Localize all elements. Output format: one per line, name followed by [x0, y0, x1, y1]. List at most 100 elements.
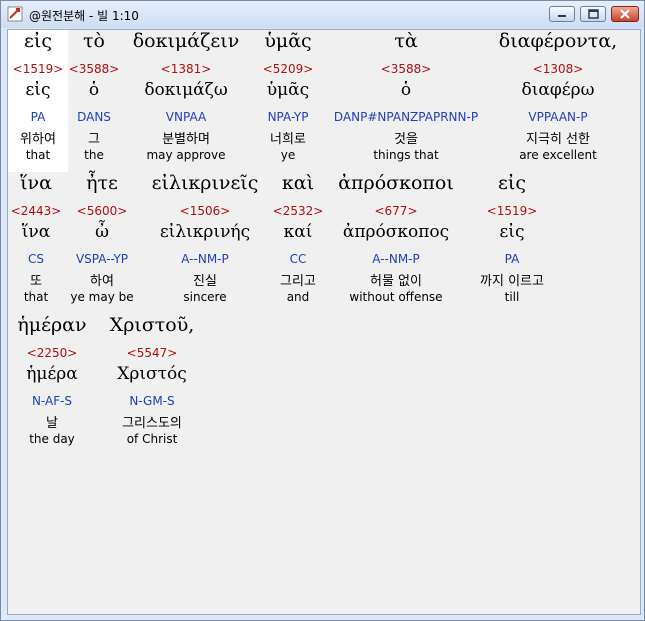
strong-number: <3588>	[380, 62, 432, 76]
morphology-code: CS	[28, 252, 44, 266]
strong-number: <3588>	[68, 62, 120, 76]
korean-gloss: 지극히 선한	[526, 132, 590, 147]
morphology-code: DANS	[77, 110, 111, 124]
korean-gloss: 날	[46, 416, 58, 431]
close-icon	[620, 9, 630, 19]
greek-word: ἀπρόσκοποι	[338, 172, 454, 194]
lemma: ἀπρόσκοπος	[342, 222, 450, 242]
word-column[interactable]: εἰλικρινεῖς <1506> εἰλικρινής A--NM-P 진실…	[138, 172, 272, 314]
strong-number: <2532>	[272, 204, 324, 218]
word-column[interactable]: Χριστοῦ, <5547> Χριστός N-GM-S 그리스도의 of …	[100, 314, 204, 456]
morphology-code: VPPAAN-P	[528, 110, 588, 124]
maximize-icon	[588, 9, 599, 19]
strong-number: <5600>	[76, 204, 128, 218]
morphology-code: PA	[30, 110, 46, 124]
greek-word: εἰλικρινεῖς	[151, 172, 259, 194]
english-gloss: and	[286, 290, 310, 304]
strong-number: <677>	[374, 204, 418, 218]
morphology-code: VSPA--YP	[75, 252, 129, 266]
greek-word: τὰ	[394, 30, 418, 52]
strong-number: <1519>	[486, 204, 538, 218]
morphology-code: A--NM-P	[372, 252, 420, 266]
word-column[interactable]: ὑμᾶς <5209> ὑμᾶς NPA-YP 너희로 ye	[250, 30, 326, 172]
english-gloss: that	[23, 290, 49, 304]
korean-gloss: 분별하며	[162, 132, 210, 147]
greek-word: εἰς	[498, 172, 526, 194]
korean-gloss: 까지 이르고	[480, 274, 544, 289]
greek-word: δοκιμάζειν	[132, 30, 240, 52]
english-gloss: of Christ	[126, 432, 178, 446]
strong-number: <2443>	[10, 204, 62, 218]
strong-number: <5209>	[262, 62, 314, 76]
strong-number: <1308>	[532, 62, 584, 76]
minimize-button[interactable]	[549, 6, 575, 22]
korean-gloss: 그리고	[280, 274, 316, 289]
lemma: καί	[283, 222, 313, 242]
greek-word: ἡμέραν	[17, 314, 87, 336]
lemma: εἰς	[25, 80, 51, 100]
lemma: ὁ	[400, 80, 412, 100]
strong-number: <1506>	[179, 204, 231, 218]
word-column[interactable]: τὰ <3588> ὁ DANP#NPANZPAPRNN-P 것을 things…	[328, 30, 484, 172]
strong-number: <1381>	[160, 62, 212, 76]
greek-word: διαφέροντα,	[498, 30, 618, 52]
minimize-icon	[558, 15, 566, 17]
korean-gloss: 너희로	[270, 132, 306, 147]
window-title: @원전분해 - 빌 1:10	[29, 9, 139, 23]
english-gloss: sincere	[183, 290, 227, 304]
lemma: δοκιμάζω	[144, 80, 228, 100]
korean-gloss: 진실	[193, 274, 217, 289]
morphology-code: PA	[504, 252, 520, 266]
lemma: διαφέρω	[521, 80, 595, 100]
lemma: εἰλικρινής	[159, 222, 251, 242]
greek-word: εἰς	[24, 30, 52, 52]
morphology-code: A--NM-P	[181, 252, 229, 266]
korean-gloss: 허물 없이	[370, 274, 422, 289]
word-column[interactable]: διαφέροντα, <1308> διαφέρω VPPAAN-P 지극히 …	[488, 30, 628, 172]
english-gloss: may approve	[146, 148, 226, 162]
interlinear-view[interactable]: εἰς <1519> εἰς PA 위하여 that τὸ <3588> ὁ D…	[7, 29, 641, 615]
morphology-code: DANP#NPANZPAPRNN-P	[333, 110, 479, 124]
greek-word: ὑμᾶς	[264, 30, 312, 52]
greek-word: ἵνα	[20, 172, 52, 194]
word-column[interactable]: εἰς <1519> εἰς PA 까지 이르고 till	[466, 172, 558, 314]
word-column[interactable]: δοκιμάζειν <1381> δοκιμάζω VNPAA 분별하며 ma…	[123, 30, 249, 172]
lemma: ἵνα	[21, 222, 51, 242]
english-gloss: that	[25, 148, 51, 162]
english-gloss: without offense	[349, 290, 443, 304]
english-gloss: the	[84, 148, 104, 162]
strong-number: <2250>	[26, 346, 78, 360]
word-column[interactable]: ἦτε <5600> ὦ VSPA--YP 하여 ye may be	[64, 172, 140, 314]
lemma: εἰς	[499, 222, 525, 242]
lemma: ἡμέρα	[26, 364, 78, 384]
greek-word: τὸ	[83, 30, 105, 52]
english-gloss: the day	[29, 432, 75, 446]
english-gloss: ye	[280, 148, 296, 162]
morphology-code: NPA-YP	[267, 110, 309, 124]
korean-gloss: 것을	[394, 132, 418, 147]
greek-word: καὶ	[281, 172, 315, 194]
morphology-code: N-AF-S	[31, 394, 73, 408]
close-button[interactable]	[611, 6, 639, 22]
korean-gloss: 하여	[90, 274, 114, 289]
lemma: Χριστός	[117, 364, 187, 384]
korean-gloss: 그리스도의	[122, 416, 182, 431]
greek-word: Χριστοῦ,	[109, 314, 195, 336]
strong-number: <1519>	[12, 62, 64, 76]
morphology-code: N-GM-S	[129, 394, 175, 408]
word-column[interactable]: ἀπρόσκοποι <677> ἀπρόσκοπος A--NM-P 허물 없…	[330, 172, 462, 314]
english-gloss: things that	[373, 148, 439, 162]
word-column[interactable]: εἰς <1519> εἰς PA 위하여 that	[8, 30, 68, 172]
english-gloss: ye may be	[70, 290, 134, 304]
korean-gloss: 또	[30, 274, 42, 289]
maximize-button[interactable]	[580, 6, 606, 22]
lemma: ὑμᾶς	[266, 80, 310, 100]
word-column[interactable]: τὸ <3588> ὁ DANS 그 the	[64, 30, 124, 172]
app-window: @원전분해 - 빌 1:10 εἰς <1519> εἰς PA 위하여 tha…	[0, 0, 645, 621]
word-column[interactable]: ἡμέραν <2250> ἡμέρα N-AF-S 날 the day	[10, 314, 94, 456]
word-column[interactable]: ἵνα <2443> ἵνα CS 또 that	[8, 172, 64, 314]
word-column[interactable]: καὶ <2532> καί CC 그리고 and	[270, 172, 326, 314]
strong-number: <5547>	[126, 346, 178, 360]
title-bar[interactable]: @원전분해 - 빌 1:10	[1, 1, 644, 28]
greek-word: ἦτε	[86, 172, 118, 194]
